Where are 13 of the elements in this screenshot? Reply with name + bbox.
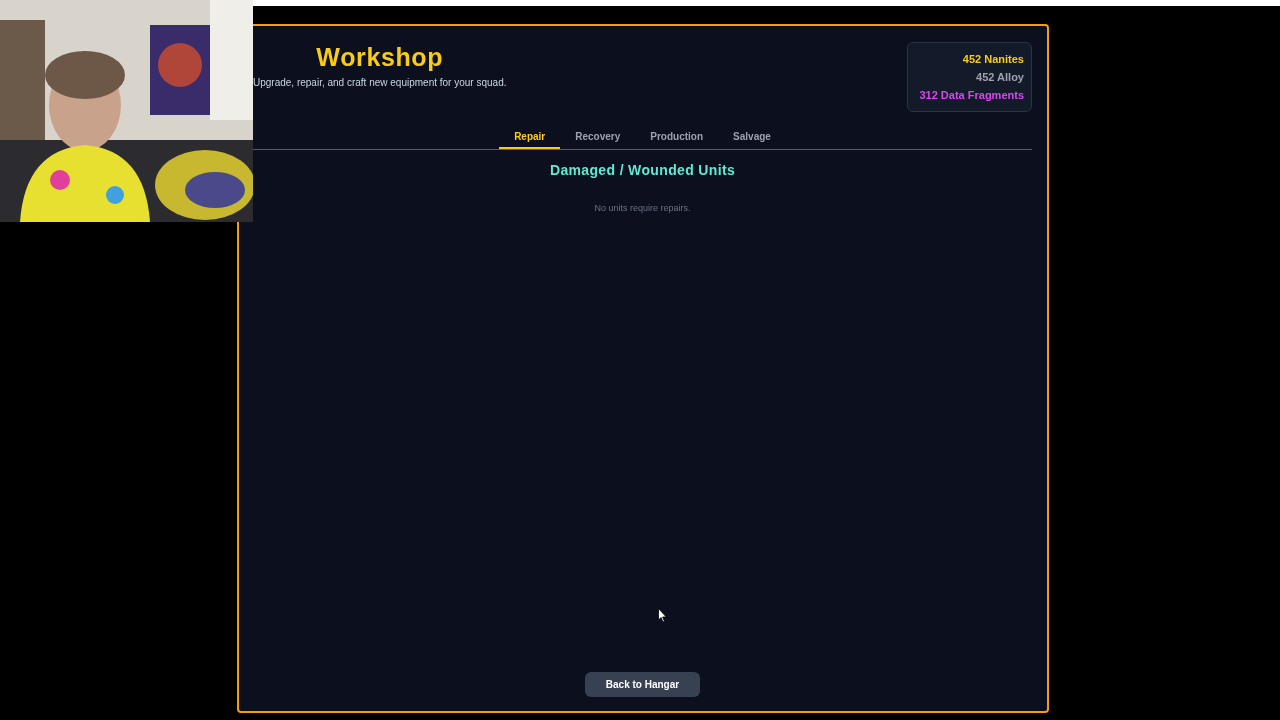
- page-subtitle: Upgrade, repair, and craft new equipment for your squad.: [253, 76, 507, 90]
- tab[interactable]: Production: [635, 125, 719, 149]
- back-button[interactable]: Back to Hangar: [585, 672, 700, 697]
- empty-message: No units require repairs.: [593, 202, 692, 215]
- resource-count: 452 Nanites: [962, 51, 1024, 67]
- resource-count: 452 Alloy: [976, 69, 1024, 85]
- tab[interactable]: Recovery: [560, 125, 636, 149]
- resource-count: 312 Data Fragments: [919, 87, 1024, 103]
- section-title: Damaged / Wounded Units: [548, 161, 737, 180]
- page-title: Workshop: [316, 42, 444, 72]
- cursor-icon: [658, 608, 667, 623]
- tab[interactable]: Repair: [499, 125, 561, 149]
- tab[interactable]: Salvage: [718, 125, 786, 149]
